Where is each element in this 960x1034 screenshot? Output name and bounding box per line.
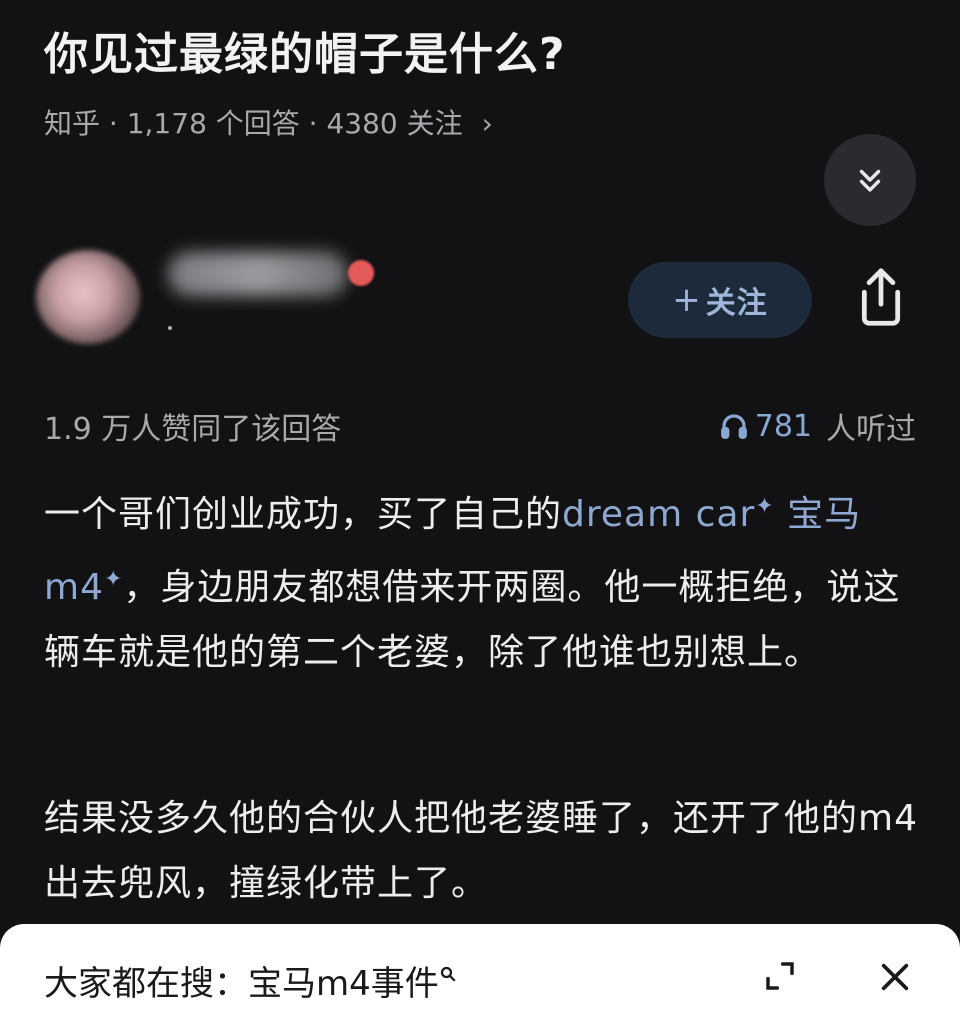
likes-count: 1.9 万人赞同了该回答: [44, 412, 342, 447]
source-label: 知乎: [44, 107, 101, 140]
question-meta[interactable]: 知乎 · 1,178 个回答 · 4380 关注 ›: [44, 102, 493, 142]
listen-stats[interactable]: 781 人听过: [719, 404, 916, 448]
answer-text: ，身边朋友都想借来开两圈。他一概拒绝，说这辆车就是他的第二个老婆，除了他谁也别想…: [44, 567, 901, 673]
plus-icon: +: [672, 280, 702, 320]
listen-label: 人听过: [826, 412, 916, 447]
avatar[interactable]: [36, 250, 140, 344]
answer-count: 1,178 个回答: [126, 107, 300, 140]
expand-icon[interactable]: [764, 960, 796, 992]
search-query: 宝马m4事件: [248, 964, 439, 1004]
answer-stats: 1.9 万人赞同了该回答 781 人听过: [44, 404, 916, 448]
close-icon[interactable]: [878, 960, 912, 994]
author-badge-icon: [348, 260, 374, 286]
answer-paragraph-1: 一个哥们创业成功，买了自己的dream car✦ 宝马m4✦，身边朋友都想借来开…: [44, 474, 924, 685]
answer-paragraph-2: 结果没多久他的合伙人把他老婆睡了，还开了他的m4出去兜风，撞绿化带上了。: [44, 798, 918, 904]
headphones-icon: [720, 414, 747, 439]
follow-label: 关注: [705, 286, 768, 321]
follow-count: 4380 关注: [326, 107, 463, 140]
sparkle-icon: ✦: [103, 567, 124, 592]
question-title[interactable]: 你见过最绿的帽子是什么?: [44, 18, 566, 82]
trending-search[interactable]: 大家都在搜：宝马m4事件: [44, 956, 457, 1005]
search-icon: [440, 966, 456, 982]
collapse-button[interactable]: [824, 134, 916, 226]
trending-search-bar[interactable]: 大家都在搜：宝马m4事件: [0, 924, 960, 1034]
share-icon[interactable]: [852, 266, 910, 328]
chevron-right-icon: ›: [481, 107, 493, 140]
sparkle-icon: ✦: [755, 494, 775, 519]
search-prefix: 大家都在搜：: [44, 964, 248, 1004]
answer-text: 一个哥们创业成功，买了自己的: [44, 494, 563, 535]
listen-count: 781: [754, 408, 812, 444]
link-dream-car[interactable]: dream car: [562, 494, 755, 535]
author-dot: [168, 326, 172, 330]
chevrons-down-icon: [859, 169, 881, 192]
author-name-blurred[interactable]: [168, 252, 348, 296]
follow-button[interactable]: + 关注: [628, 262, 812, 338]
